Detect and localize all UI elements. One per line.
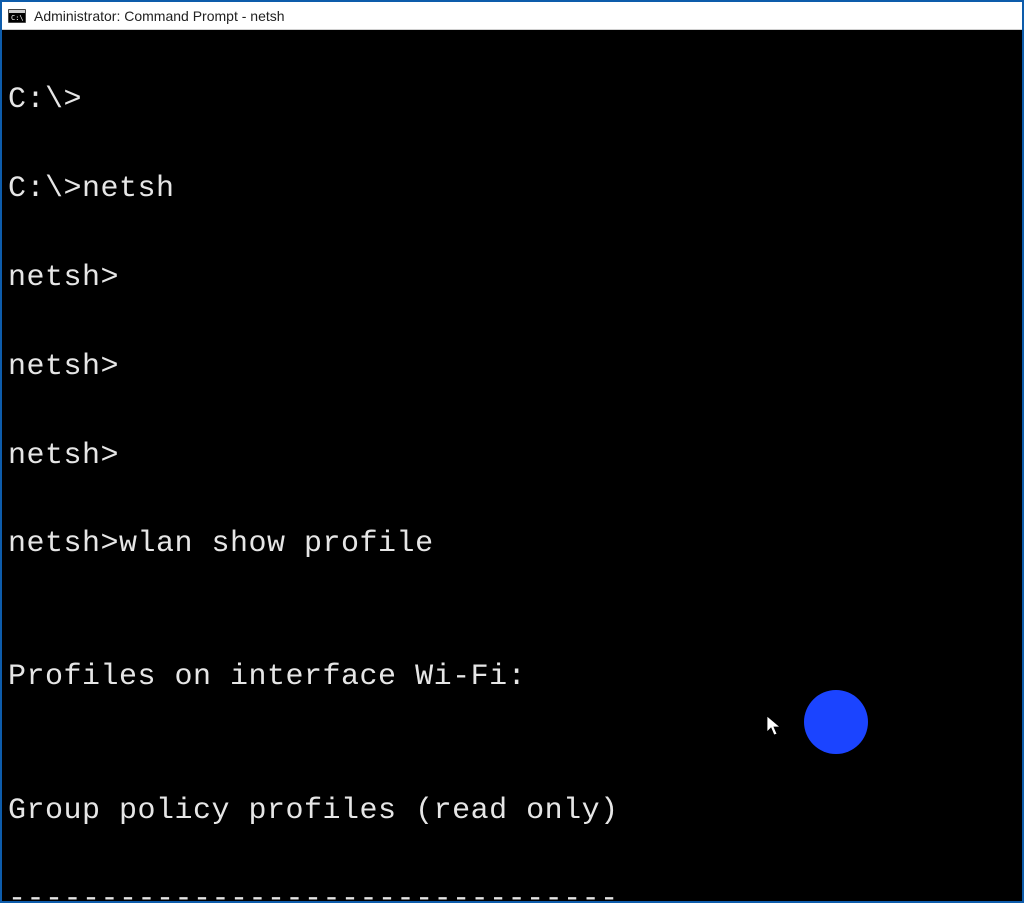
terminal-line: Profiles on interface Wi-Fi: xyxy=(8,655,1016,699)
command-prompt-window: C:\ Administrator: Command Prompt - nets… xyxy=(0,0,1024,903)
click-highlight-indicator xyxy=(804,690,868,754)
terminal-line: netsh> xyxy=(8,434,1016,478)
terminal-line: netsh>wlan show profile xyxy=(8,522,1016,566)
svg-text:C:\: C:\ xyxy=(11,14,24,22)
terminal-line: netsh> xyxy=(8,345,1016,389)
terminal-line: Group policy profiles (read only) xyxy=(8,789,1016,833)
terminal-line: C:\> xyxy=(8,78,1016,122)
terminal-line: netsh> xyxy=(8,256,1016,300)
cmd-icon: C:\ xyxy=(8,9,26,23)
window-title: Administrator: Command Prompt - netsh xyxy=(34,8,285,24)
terminal-line: C:\>netsh xyxy=(8,167,1016,211)
terminal-line: --------------------------------- xyxy=(8,877,1016,901)
terminal-area[interactable]: C:\> C:\>netsh netsh> netsh> netsh> nets… xyxy=(2,30,1022,901)
titlebar[interactable]: C:\ Administrator: Command Prompt - nets… xyxy=(2,2,1022,30)
